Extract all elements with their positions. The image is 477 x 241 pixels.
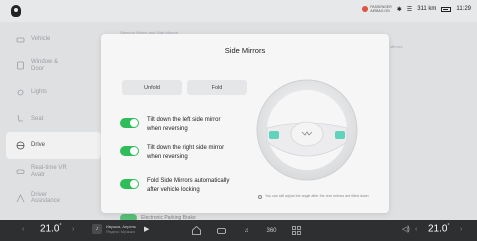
option-tilt-left: Tilt down the left side mirror when reve… (120, 116, 220, 134)
brand-logo-icon (11, 5, 21, 17)
option-tilt-right: Tilt down the right side mirror when rev… (120, 144, 224, 162)
option-label: Tilt down the left side mirror when reve… (147, 117, 221, 132)
clock: 11:29 (456, 6, 471, 12)
info-icon (258, 195, 262, 199)
bluetooth-icon: ✱ (396, 6, 402, 13)
range-text: 311 km (417, 6, 437, 12)
auto-fold-toggle[interactable] (120, 179, 139, 189)
fold-button[interactable]: Fold (187, 80, 247, 95)
status-bar: PASSENGER AIRBAG ON ✱ ☰ 311 km 11:29 (0, 0, 477, 22)
chevron-right-icon[interactable]: › (460, 226, 462, 233)
play-icon[interactable]: ▶ (144, 225, 149, 233)
status-indicators: PASSENGER AIRBAG ON ✱ ☰ 311 km 11:29 (362, 5, 471, 13)
chevron-left-icon[interactable]: ‹ (415, 226, 417, 233)
music-icon[interactable]: ♫ (240, 224, 253, 237)
car-dock-icon[interactable] (215, 224, 228, 237)
airbag-icon (362, 6, 369, 12)
side-mirrors-dialog: Side Mirrors Unfold Fold Tilt down the l… (101, 34, 389, 213)
dialog-title: Side Mirrors (224, 46, 266, 55)
passenger-temp[interactable]: 21.0° (428, 223, 449, 234)
battery-icon (441, 6, 452, 12)
tilt-left-toggle[interactable] (120, 118, 139, 128)
signal-icon: ☰ (406, 6, 413, 13)
media-widget[interactable]: ♪ Ивушка, Апрель Яндекс Музыка ▶ (92, 224, 149, 234)
steering-wheel-illustration (247, 70, 367, 188)
option-label: Fold Side Mirrors automatically after ve… (147, 178, 230, 193)
apps-icon[interactable] (290, 224, 303, 237)
airbag-line2: AIRBAG ON (370, 9, 390, 13)
volume-icon[interactable]: ◁) (402, 225, 410, 233)
airbag-indicator: PASSENGER AIRBAG ON (362, 5, 392, 13)
360-icon[interactable]: 360 (265, 224, 278, 237)
dialog-note: You can still adjust the angle after the… (258, 194, 378, 199)
chevron-right-icon[interactable]: › (72, 226, 74, 233)
chevron-left-icon[interactable]: ‹ (22, 226, 24, 233)
track-source: Яндекс Музыка (106, 229, 135, 234)
home-icon[interactable] (190, 224, 203, 237)
note-text: You can still adjust the angle after the… (265, 194, 370, 198)
driver-temp[interactable]: 21.0° (40, 223, 61, 234)
option-auto-fold: Fold Side Mirrors automatically after ve… (120, 177, 229, 195)
tilt-right-toggle[interactable] (120, 146, 139, 156)
unfold-button[interactable]: Unfold (122, 80, 182, 95)
music-note-icon: ♪ (92, 224, 102, 234)
app-dock: ♫ 360 (190, 224, 303, 237)
bottom-bar: ‹ 21.0° › ♪ Ивушка, Апрель Яндекс Музыка… (0, 220, 477, 241)
option-label: Tilt down the right side mirror when rev… (147, 145, 225, 160)
